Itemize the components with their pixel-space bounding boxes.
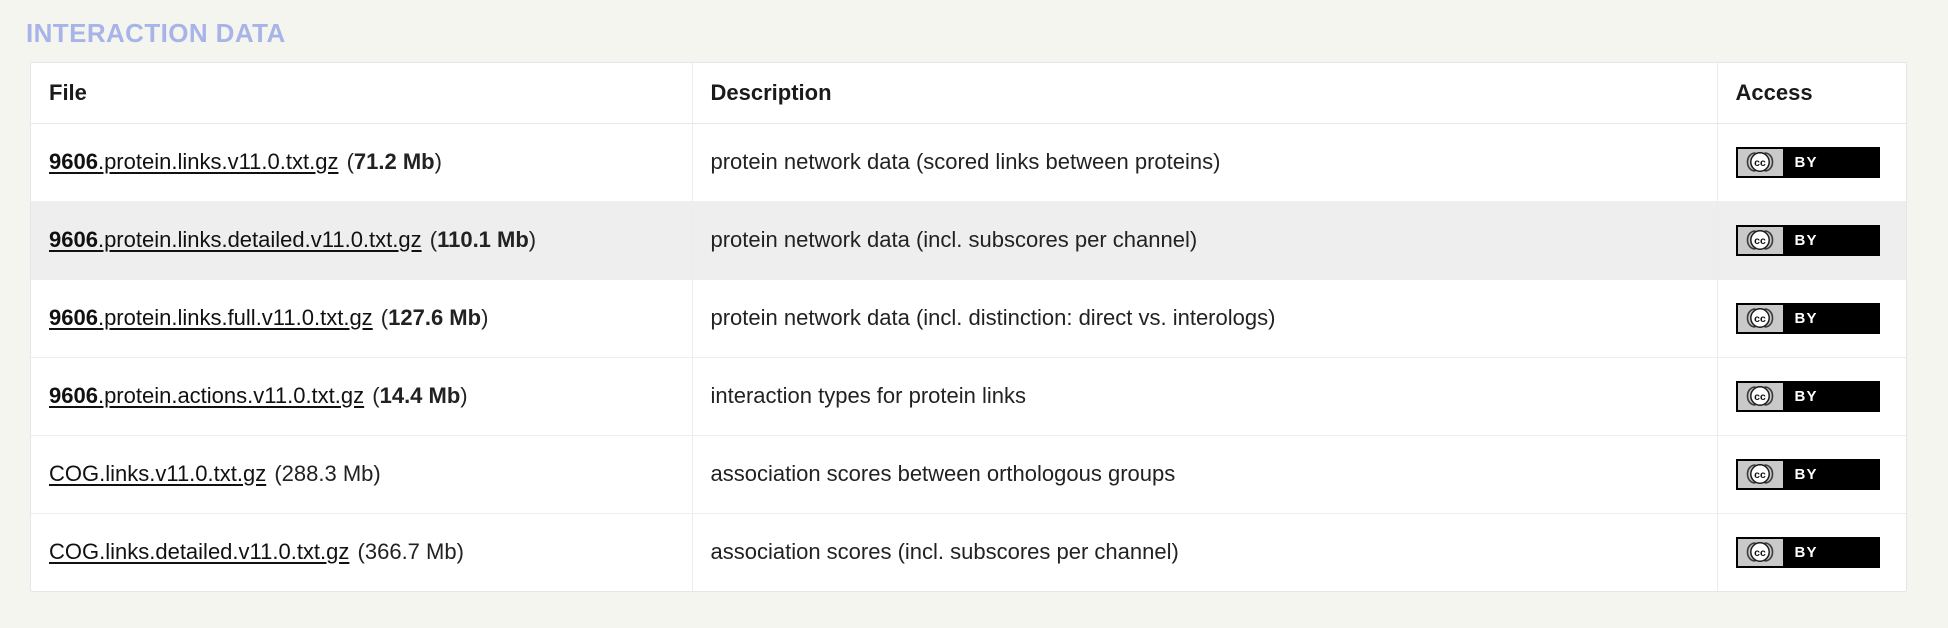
description-cell: association scores between orthologous g… xyxy=(691,435,1717,514)
file-cell: 9606.protein.links.full.v11.0.txt.gz (12… xyxy=(31,279,692,358)
file-size: (110.1 Mb) xyxy=(423,227,537,252)
organism-id: 9606 xyxy=(49,149,98,174)
svg-text:cc: cc xyxy=(1754,391,1766,403)
creative-commons-icon: cc xyxy=(1737,304,1784,332)
file-size-open-paren: ( xyxy=(340,149,354,174)
file-cell: COG.links.detailed.v11.0.txt.gz (366.7 M… xyxy=(31,513,692,591)
description-cell: protein network data (scored links betwe… xyxy=(691,123,1717,202)
file-size: (366.7 Mb) xyxy=(351,539,464,564)
access-cell: cc BY xyxy=(1716,201,1906,280)
column-header-access: Access xyxy=(1716,63,1906,124)
creative-commons-icon: cc xyxy=(1737,148,1784,176)
table-row: COG.links.v11.0.txt.gz (288.3 Mb) associa… xyxy=(31,435,1906,514)
svg-text:cc: cc xyxy=(1754,235,1766,247)
file-size-open-paren: ( xyxy=(351,539,365,565)
description-cell: protein network data (incl. distinction:… xyxy=(691,279,1717,358)
file-size-close-paren: ) xyxy=(456,539,464,565)
table-row: COG.links.detailed.v11.0.txt.gz (366.7 M… xyxy=(31,513,1906,591)
file-size-close-paren: ) xyxy=(481,305,489,330)
description-cell: association scores (incl. subscores per … xyxy=(691,513,1717,591)
file-size-close-paren: ) xyxy=(528,227,537,252)
page-title: INTERACTION DATA xyxy=(26,18,286,48)
file-size-value: 127.6 Mb xyxy=(388,305,482,330)
column-header-file: File xyxy=(31,63,692,124)
svg-text:cc: cc xyxy=(1754,547,1766,559)
file-download-link[interactable]: 9606.protein.links.v11.0.txt.gz xyxy=(49,149,338,174)
file-download-link[interactable]: 9606.protein.links.full.v11.0.txt.gz xyxy=(49,305,373,330)
interaction-data-page: INTERACTION DATA File Description Access… xyxy=(0,0,1948,628)
table-row: 9606.protein.actions.v11.0.txt.gz (14.4 … xyxy=(31,357,1906,436)
creative-commons-icon: cc xyxy=(1737,226,1784,254)
file-name: .protein.links.full.v11.0.txt.gz xyxy=(97,305,373,330)
cc-by-label: BY xyxy=(1794,153,1818,171)
cc-by-license-badge[interactable]: cc BY xyxy=(1735,536,1880,568)
file-cell: 9606.protein.links.v11.0.txt.gz (71.2 Mb… xyxy=(31,123,692,202)
cc-by-license-badge[interactable]: cc BY xyxy=(1735,380,1880,412)
cc-by-license-badge[interactable]: cc BY xyxy=(1735,224,1880,256)
file-size-value: 110.1 Mb xyxy=(437,227,529,252)
svg-text:cc: cc xyxy=(1754,469,1766,481)
access-cell: cc BY xyxy=(1716,435,1906,514)
organism-id: 9606 xyxy=(49,305,98,330)
file-download-link[interactable]: COG.links.detailed.v11.0.txt.gz xyxy=(49,539,349,564)
organism-id: 9606 xyxy=(49,383,98,408)
file-name: COG.links.v11.0.txt.gz xyxy=(49,461,267,486)
cc-by-label: BY xyxy=(1794,231,1818,249)
svg-text:cc: cc xyxy=(1754,157,1766,169)
file-size-close-paren: ) xyxy=(434,149,442,174)
access-cell: cc BY xyxy=(1716,279,1906,358)
file-size-open-paren: ( xyxy=(423,227,438,252)
cc-by-label: BY xyxy=(1794,465,1818,483)
file-size-value: 366.7 Mb xyxy=(364,539,457,565)
svg-text:cc: cc xyxy=(1754,313,1766,325)
table-row: 9606.protein.links.full.v11.0.txt.gz (12… xyxy=(31,279,1906,358)
column-header-description: Description xyxy=(691,63,1717,124)
file-name: .protein.links.detailed.v11.0.txt.gz xyxy=(97,227,422,252)
table-body: 9606.protein.links.v11.0.txt.gz (71.2 Mb… xyxy=(31,123,1906,591)
access-cell: cc BY xyxy=(1716,123,1906,202)
cc-by-label: BY xyxy=(1794,309,1818,327)
file-size-open-paren: ( xyxy=(374,305,389,330)
table-header-row: File Description Access xyxy=(31,63,1906,124)
creative-commons-icon: cc xyxy=(1737,538,1784,566)
interaction-data-table-container: File Description Access 9606.protein.lin… xyxy=(30,62,1907,592)
description-cell: interaction types for protein links xyxy=(691,357,1717,436)
file-size-close-paren: ) xyxy=(460,383,468,408)
file-size-value: 14.4 Mb xyxy=(379,383,461,408)
access-cell: cc BY xyxy=(1716,357,1906,436)
creative-commons-icon: cc xyxy=(1737,382,1784,410)
description-cell: protein network data (incl. subscores pe… xyxy=(691,201,1717,280)
file-size: (288.3 Mb) xyxy=(268,461,381,486)
file-name: COG.links.detailed.v11.0.txt.gz xyxy=(49,539,350,565)
file-download-link[interactable]: 9606.protein.actions.v11.0.txt.gz xyxy=(49,383,364,408)
file-size: (14.4 Mb) xyxy=(366,383,467,408)
file-size-close-paren: ) xyxy=(373,461,381,486)
cc-by-label: BY xyxy=(1794,543,1818,561)
file-size-open-paren: ( xyxy=(268,461,282,486)
file-cell: COG.links.v11.0.txt.gz (288.3 Mb) xyxy=(31,435,692,514)
file-name: .protein.links.v11.0.txt.gz xyxy=(97,149,339,174)
file-name: .protein.actions.v11.0.txt.gz xyxy=(97,383,365,408)
file-size-value: 288.3 Mb xyxy=(281,461,374,486)
file-size: (71.2 Mb) xyxy=(340,149,442,174)
creative-commons-icon: cc xyxy=(1737,460,1784,488)
cc-by-license-badge[interactable]: cc BY xyxy=(1735,458,1880,490)
cc-by-label: BY xyxy=(1794,387,1818,405)
organism-id: 9606 xyxy=(49,227,98,252)
cc-by-license-badge[interactable]: cc BY xyxy=(1735,302,1880,334)
access-cell: cc BY xyxy=(1716,513,1906,591)
file-download-link[interactable]: 9606.protein.links.detailed.v11.0.txt.gz xyxy=(49,227,422,252)
interaction-data-table: File Description Access 9606.protein.lin… xyxy=(31,63,1906,591)
table-row: 9606.protein.links.v11.0.txt.gz (71.2 Mb… xyxy=(31,123,1906,202)
file-size-value: 71.2 Mb xyxy=(353,149,435,174)
file-cell: 9606.protein.actions.v11.0.txt.gz (14.4 … xyxy=(31,357,692,436)
file-size-open-paren: ( xyxy=(366,383,380,408)
file-cell: 9606.protein.links.detailed.v11.0.txt.gz… xyxy=(31,201,692,280)
file-download-link[interactable]: COG.links.v11.0.txt.gz xyxy=(49,461,266,486)
table-header: File Description Access xyxy=(31,63,1906,124)
table-row: 9606.protein.links.detailed.v11.0.txt.gz… xyxy=(31,201,1906,280)
file-size: (127.6 Mb) xyxy=(375,305,489,330)
cc-by-license-badge[interactable]: cc BY xyxy=(1735,146,1880,178)
